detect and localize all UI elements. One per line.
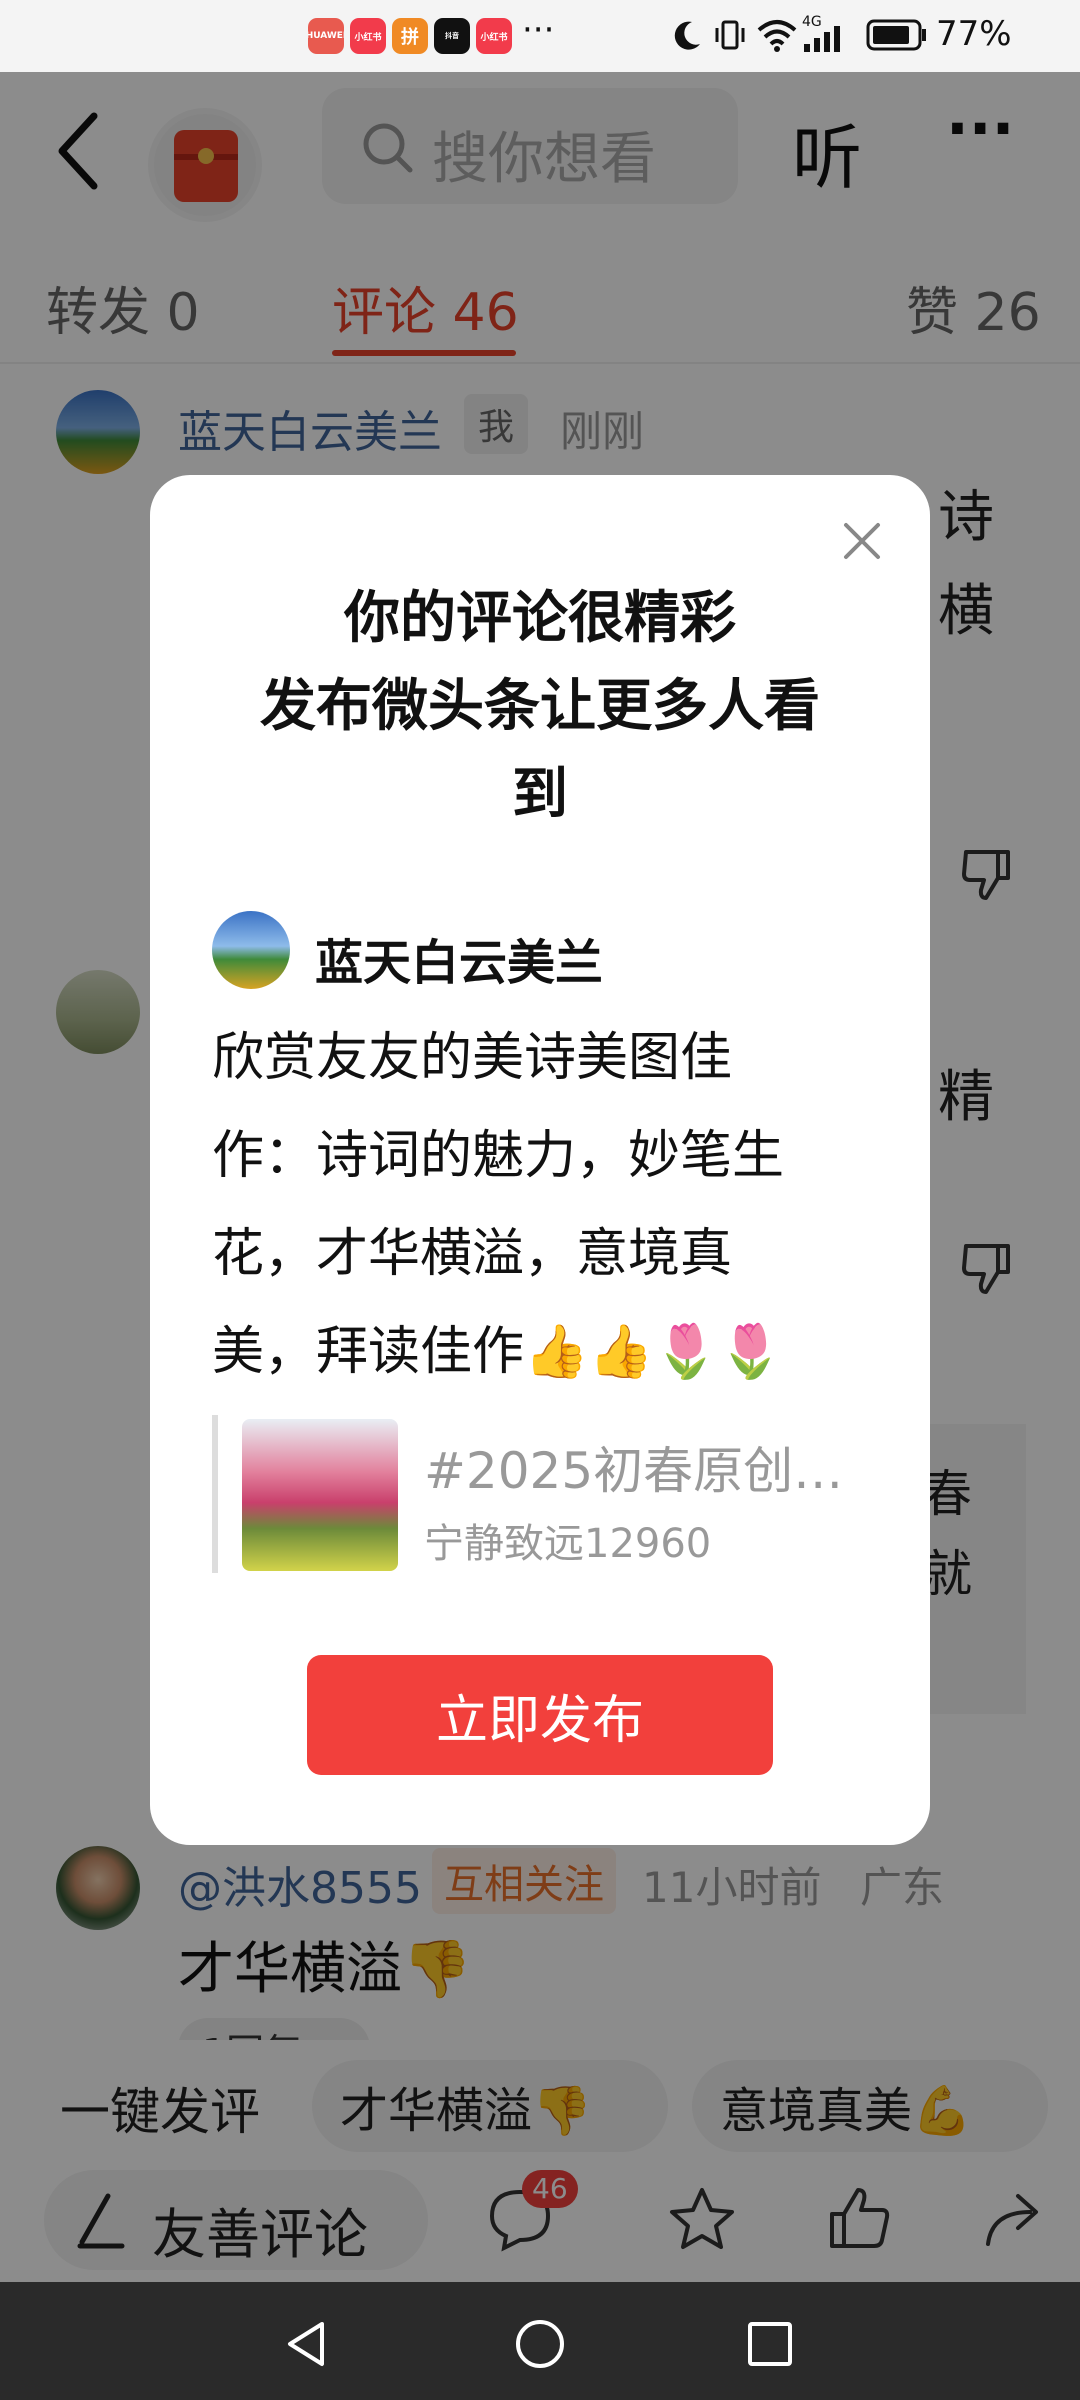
nav-back-icon[interactable] xyxy=(282,2320,330,2368)
quoted-post-author: 宁静致远12960 xyxy=(424,1521,712,1567)
pinduoduo-app-icon: 拼 xyxy=(392,18,428,54)
quoted-post-title: #2025初春原创… xyxy=(424,1442,844,1500)
post-text-line: 作：诗词的魅力，妙笔生 xyxy=(212,1126,785,1186)
author-avatar xyxy=(212,911,290,989)
nav-recents-icon[interactable] xyxy=(746,2320,794,2368)
quote-bar xyxy=(212,1415,218,1573)
huawei-app-icon: HUAWEI xyxy=(308,18,344,54)
quoted-post: #2025初春原创… 宁静致远12960 xyxy=(212,1415,872,1573)
signal-icon xyxy=(804,26,840,52)
dialog-title-line: 你的评论很精彩 xyxy=(344,586,736,651)
post-text-line: 花，才华横溢，意境真 xyxy=(212,1224,733,1284)
wifi-icon xyxy=(757,20,797,52)
douyin-app-icon: 抖音 xyxy=(434,18,470,54)
post-text-line: 欣赏友友的美诗美图佳 xyxy=(212,1028,733,1088)
dialog-title-line: 到 xyxy=(512,762,568,827)
close-icon[interactable] xyxy=(840,519,884,563)
dialog-title-line: 发布微头条让更多人看 xyxy=(260,674,820,739)
xiaohongshu-app-icon-2: 小红书 xyxy=(476,18,512,54)
moon-icon xyxy=(674,21,700,50)
author-name: 蓝天白云美兰 xyxy=(315,935,604,991)
battery-percent: 77% xyxy=(936,14,1012,54)
publish-dialog: 你的评论很精彩 发布微头条让更多人看 到 蓝天白云美兰 欣赏友友的美诗美图佳 作… xyxy=(150,475,930,1845)
post-text-line: 美，拜读佳作👍👍🌷🌷 xyxy=(212,1322,783,1382)
status-bar: HUAWEI 小红书 拼 抖音 小红书 ··· 4G 77% xyxy=(0,0,1080,72)
xiaohongshu-app-icon: 小红书 xyxy=(350,18,386,54)
battery-icon xyxy=(866,19,926,51)
nav-home-icon[interactable] xyxy=(514,2318,566,2370)
more-notifications-icon: ··· xyxy=(522,10,555,50)
vibrate-icon xyxy=(715,20,745,50)
quoted-post-thumbnail xyxy=(242,1419,398,1571)
publish-now-button[interactable]: 立即发布 xyxy=(307,1655,773,1775)
system-nav-bar xyxy=(0,2282,1080,2400)
